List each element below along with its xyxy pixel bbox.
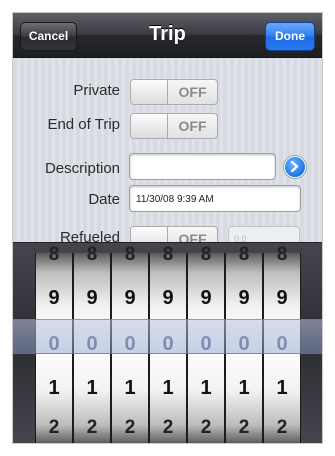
picker-digit-below: 1 [238, 377, 250, 399]
end-of-trip-label: End of Trip [47, 116, 120, 133]
picker-digit-above: 9 [124, 287, 136, 309]
picker-digit-selected: 0 [200, 333, 212, 355]
picker-digit-top: 8 [162, 244, 174, 265]
date-label: Date [88, 191, 120, 208]
disclosure-arrow-icon[interactable] [284, 156, 306, 178]
description-label: Description [44, 160, 120, 177]
picker-digit-selected: 0 [238, 333, 250, 355]
picker-digit-top: 8 [86, 244, 98, 265]
picker-digit-selected: 0 [276, 333, 288, 355]
picker-digit-above: 9 [200, 287, 212, 309]
end-of-trip-switch[interactable]: OFF [130, 113, 218, 139]
date-field[interactable]: 11/30/08 9:39 AM [129, 185, 301, 212]
picker-digit-selected: 0 [86, 333, 98, 355]
picker-digit-above: 9 [162, 287, 174, 309]
picker-digit-top: 8 [200, 244, 212, 265]
picker-digit-bottom: 2 [48, 417, 60, 438]
switch-knob [131, 114, 168, 138]
picker-digit-selected: 0 [124, 333, 136, 355]
picker-digit-above: 9 [48, 287, 60, 309]
private-switch-state: OFF [178, 84, 207, 100]
picker-digit-top: 8 [238, 244, 250, 265]
picker-digit-below: 1 [162, 377, 174, 399]
end-of-trip-switch-state: OFF [178, 118, 207, 134]
picker-digit-above: 9 [86, 287, 98, 309]
picker-digit-bottom: 2 [276, 417, 288, 438]
picker-digit-bottom: 2 [124, 417, 136, 438]
picker-wheel[interactable]: 8 9 0 1 2 [35, 244, 73, 443]
navigation-bar: Cancel Trip Done [13, 13, 322, 58]
picker-digit-below: 1 [200, 377, 212, 399]
description-field[interactable] [129, 153, 276, 180]
picker-wheel[interactable]: 8 9 0 1 2 [263, 244, 301, 443]
picker-digit-bottom: 2 [200, 417, 212, 438]
switch-knob [131, 80, 168, 104]
picker-digit-above: 9 [276, 287, 288, 309]
picker-digit-below: 1 [276, 377, 288, 399]
picker-digit-top: 8 [48, 244, 60, 265]
picker-digit-selected: 0 [48, 333, 60, 355]
chevron-right-icon [290, 161, 299, 172]
picker-wheel[interactable]: 8 9 0 1 2 [225, 244, 263, 443]
picker-digit-above: 9 [238, 287, 250, 309]
private-switch[interactable]: OFF [130, 79, 218, 105]
picker-wheel[interactable]: 8 9 0 1 2 [73, 244, 111, 443]
trip-form: Private OFF End of Trip OFF Description … [13, 58, 322, 252]
picker-digit-below: 1 [86, 377, 98, 399]
picker-digit-bottom: 2 [86, 417, 98, 438]
picker-wheels: 8 9 0 1 2 8 9 0 1 2 8 9 0 1 2 8 9 0 1 2 8 9 0 1 2 8 9 0 1 2 8 9 0 1 2 [35, 244, 301, 443]
done-button[interactable]: Done [265, 22, 315, 51]
picker-digit-below: 1 [48, 377, 60, 399]
picker-digit-selected: 0 [162, 333, 174, 355]
picker-digit-below: 1 [124, 377, 136, 399]
picker-wheel[interactable]: 8 9 0 1 2 [187, 244, 225, 443]
picker-digit-top: 8 [276, 244, 288, 265]
picker-digit-bottom: 2 [238, 417, 250, 438]
picker-wheel[interactable]: 8 9 0 1 2 [111, 244, 149, 443]
picker-digit-bottom: 2 [162, 417, 174, 438]
number-picker[interactable]: 8 9 0 1 2 8 9 0 1 2 8 9 0 1 2 8 9 0 1 2 8 9 0 1 2 8 9 0 1 2 8 9 0 1 2 [13, 242, 322, 443]
private-label: Private [73, 82, 120, 99]
app-screen: Cancel Trip Done Private OFF End of Trip… [13, 13, 322, 443]
picker-wheel[interactable]: 8 9 0 1 2 [149, 244, 187, 443]
picker-digit-top: 8 [124, 244, 136, 265]
